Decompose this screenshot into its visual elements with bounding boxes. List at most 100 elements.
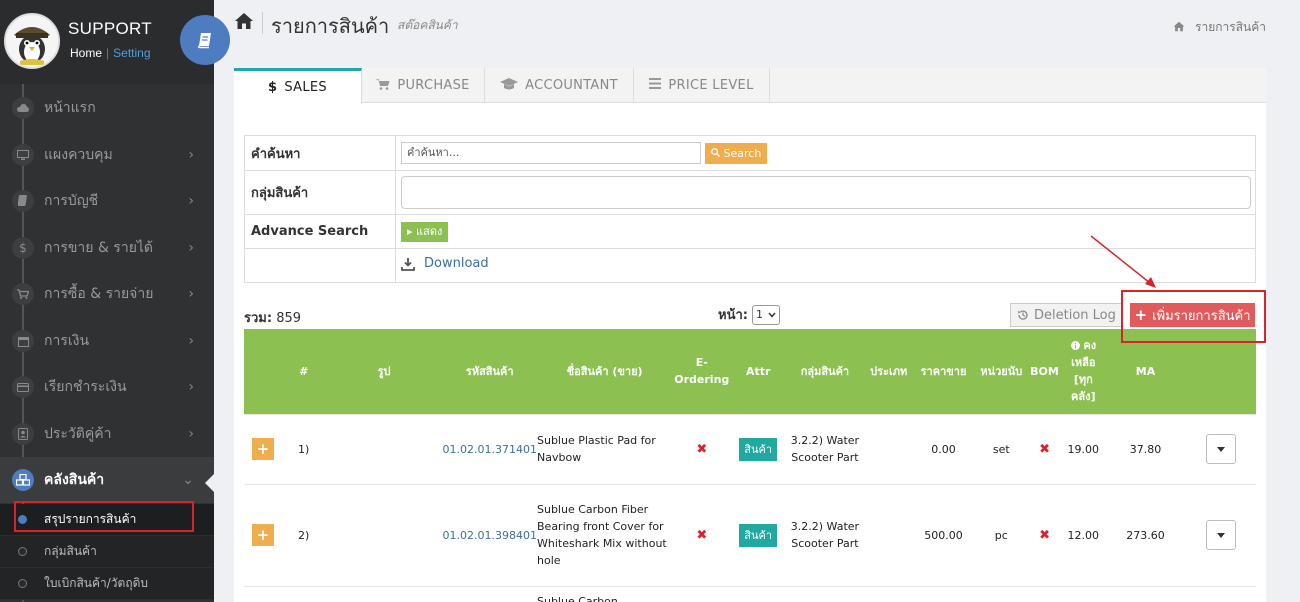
brand-links: Home | Setting <box>70 46 151 60</box>
table-header-row: # รูป รหัสสินค้า ชื่อสินค้า (ขาย) E-Orde… <box>244 329 1256 414</box>
row-balance: 12.00 <box>1060 483 1106 586</box>
row-e-ordering: ✖ <box>672 413 732 484</box>
group-cell <box>395 170 1256 215</box>
row-ma: 273.60 <box>1105 483 1186 586</box>
product-code-link[interactable]: 01.02.01.371401 <box>443 443 537 456</box>
download-cell: Download <box>395 248 1256 283</box>
row-actions <box>1185 413 1256 484</box>
deletion-log-button[interactable]: Deletion Log <box>1010 303 1123 327</box>
group-select[interactable] <box>401 176 1251 209</box>
sidebar-item-label: แผงควบคุม <box>44 147 113 163</box>
breadcrumb-home-icon[interactable] <box>1173 21 1185 35</box>
row-number: 2) <box>281 483 326 586</box>
row-balance: 19.00 <box>1060 413 1106 484</box>
caret-down-icon <box>1216 446 1225 452</box>
tab-bar: $ SALES PURCHASE ACCOUNTANT PRICE LEVEL <box>234 68 1266 104</box>
credit-card-icon <box>12 376 34 398</box>
expand-row-button[interactable]: + <box>251 524 274 546</box>
avatar[interactable] <box>4 13 60 69</box>
tab-label: PURCHASE <box>397 78 470 93</box>
sidebar-item-billing[interactable]: เรียกชำระเงิน › <box>0 364 214 410</box>
sidebar-item-accounting[interactable]: การบัญชี › <box>0 178 214 224</box>
header-divider <box>262 12 263 34</box>
table-row[interactable]: + 1) 01.02.01.371401 Sublue Plastic Pad … <box>244 413 1256 484</box>
table-row[interactable]: + 2) 01.02.01.398401 Sublue Carbon Fiber… <box>244 483 1256 586</box>
header-ma: MA <box>1135 364 1156 378</box>
table-row[interactable]: Sublue Carbon <box>244 585 1256 602</box>
product-table: # รูป รหัสสินค้า ชื่อสินค้า (ขาย) E-Orde… <box>244 329 1256 602</box>
tab-price-level[interactable]: PRICE LEVEL <box>634 68 770 103</box>
sidebar-item-partners[interactable]: ประวัติคู่ค้า › <box>0 411 214 457</box>
row-name: Sublue Carbon <box>537 585 673 602</box>
header-image: รูป <box>377 364 391 378</box>
page-select[interactable]: 1 <box>751 304 780 325</box>
book-icon <box>12 190 34 212</box>
sidebar-subitem-product-group[interactable]: กลุ่มสินค้า <box>0 536 214 568</box>
book-button[interactable] <box>180 15 230 65</box>
home-link[interactable]: Home <box>70 46 102 60</box>
sidebar-item-finance[interactable]: การเงิน › <box>0 318 214 364</box>
header-type: ประเภท <box>870 364 908 378</box>
sidebar: SUPPORT Home | Setting หน้าแรก แผงควบคุม ›… <box>0 0 214 602</box>
search-button[interactable]: Search <box>705 142 768 164</box>
setting-link[interactable]: Setting <box>113 46 150 60</box>
header-group: กลุ่มสินค้า <box>800 364 850 378</box>
header-name[interactable]: ชื่อสินค้า (ขาย) <box>537 329 672 414</box>
tab-accountant[interactable]: ACCOUNTANT <box>485 68 634 103</box>
sidebar-item-control-panel[interactable]: แผงควบคุม › <box>0 132 214 178</box>
tab-sales[interactable]: $ SALES <box>234 68 362 104</box>
sidebar-item-purchase[interactable]: การซื้อ & รายจ่าย › <box>0 271 214 317</box>
row-price: 0.00 <box>912 413 975 484</box>
keyword-input[interactable]: คำค้นหา... <box>401 142 701 164</box>
show-button-label: แสดง <box>416 224 443 238</box>
sidebar-item-label: การเงิน <box>44 333 90 349</box>
contact-icon <box>12 423 34 445</box>
chevron-right-icon: › <box>188 193 194 209</box>
subitem-bullet <box>18 547 27 556</box>
row-ma: 37.80 <box>1105 413 1186 484</box>
add-product-button[interactable]: + เพิ่มรายการสินค้า <box>1130 303 1255 327</box>
header-cell <box>244 329 282 414</box>
sidebar-item-label: การบัญชี <box>44 193 99 209</box>
row-actions-dropdown[interactable] <box>1205 520 1236 550</box>
download-link[interactable]: Download <box>401 256 489 271</box>
group-label: กลุ่มสินค้า <box>244 170 396 215</box>
attr-badge: สินค้า <box>739 437 778 461</box>
pager: หน้า: 1 <box>718 304 780 325</box>
tab-purchase[interactable]: PURCHASE <box>362 68 485 103</box>
expand-cell: + <box>244 413 282 484</box>
annotation-highlight-box <box>14 501 194 532</box>
row-code-cell: 01.02.01.398401 <box>442 483 537 586</box>
row-name: Sublue Carbon Fiber Bearing front Cover … <box>537 483 673 586</box>
main-panel: $ SALES PURCHASE ACCOUNTANT PRICE LEVEL … <box>234 68 1266 602</box>
header-bom: BOM <box>1030 364 1059 378</box>
total-value: 859 <box>276 311 302 326</box>
sidebar-item-label: การขาย & รายได้ <box>44 240 154 256</box>
download-label: Download <box>424 256 489 272</box>
row-actions-dropdown[interactable] <box>1205 434 1236 464</box>
cart-icon <box>12 283 34 305</box>
product-code-link[interactable]: 01.02.01.398401 <box>443 529 537 542</box>
add-product-label: เพิ่มรายการสินค้า <box>1152 308 1251 324</box>
row-group: 3.2.2) Water Scooter Part <box>785 413 865 484</box>
sidebar-subitem-requisition[interactable]: ใบเบิกสินค้า/วัตถุดิบ <box>0 568 214 600</box>
sidebar-item-warehouse[interactable]: คลังสินค้า ⌄ <box>0 457 214 503</box>
show-advance-button[interactable]: ▸ แสดง <box>401 221 449 242</box>
active-indicator <box>205 474 214 492</box>
breadcrumb-current: รายการสินค้า <box>1195 20 1266 34</box>
page-title: รายการสินค้า <box>271 14 390 38</box>
subitem-label: กลุ่มสินค้า <box>44 544 97 558</box>
home-icon[interactable] <box>234 12 254 34</box>
expand-row-button[interactable]: + <box>251 438 274 460</box>
sidebar-item-home[interactable]: หน้าแรก <box>0 85 214 131</box>
row-attr-cell: สินค้า <box>731 483 786 586</box>
sidebar-item-label: ประวัติคู่ค้า <box>44 426 112 442</box>
row-image <box>325 413 443 484</box>
row-actions <box>1185 483 1256 586</box>
header-code[interactable]: รหัสสินค้า <box>443 329 537 414</box>
attr-badge: สินค้า <box>739 523 778 547</box>
header-price: ราคาขาย <box>920 364 967 378</box>
sidebar-item-sales[interactable]: $ การขาย & รายได้ › <box>0 225 214 271</box>
chevron-right-icon: › <box>188 333 194 349</box>
row-type <box>864 483 913 586</box>
